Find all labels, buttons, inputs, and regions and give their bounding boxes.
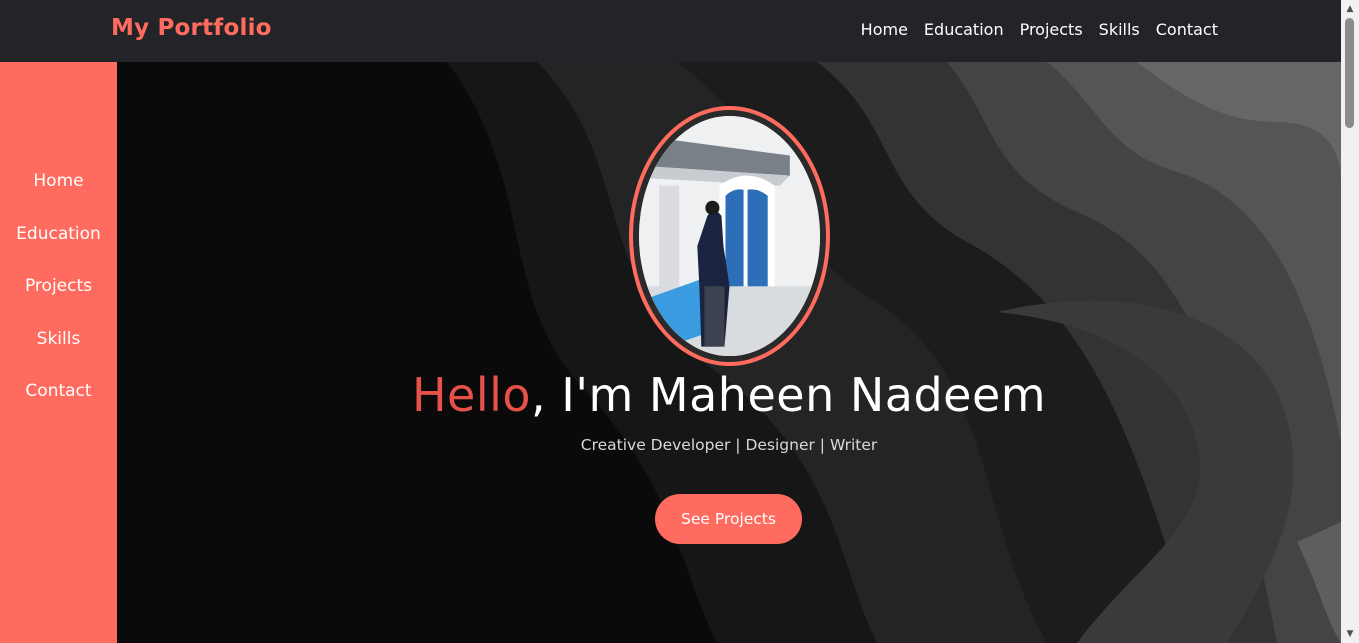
- hero-name: , I'm Maheen Nadeem: [531, 368, 1047, 422]
- sidebar: Home Education Projects Skills Contact: [0, 62, 117, 643]
- scroll-down-arrow-icon[interactable]: ▼: [1341, 627, 1359, 641]
- hero-headline: Hello, I'm Maheen Nadeem: [117, 368, 1341, 422]
- greeting-word: Hello: [411, 368, 532, 422]
- profile-photo: [639, 116, 820, 356]
- top-nav: Home Education Projects Skills Contact: [861, 20, 1218, 39]
- topnav-skills[interactable]: Skills: [1099, 20, 1140, 39]
- topnav-contact[interactable]: Contact: [1156, 20, 1218, 39]
- page-scrollbar[interactable]: ▲ ▼: [1341, 0, 1359, 643]
- side-nav: Home Education Projects Skills Contact: [0, 170, 117, 433]
- hero-tagline: Creative Developer | Designer | Writer: [580, 436, 878, 454]
- top-navbar: My Portfolio Home Education Projects Ski…: [0, 0, 1341, 62]
- brand-logo[interactable]: My Portfolio: [111, 15, 272, 41]
- sidebar-item-projects[interactable]: Projects: [0, 275, 117, 328]
- scroll-up-arrow-icon[interactable]: ▲: [1341, 2, 1359, 16]
- profile-photo-frame: [629, 106, 830, 366]
- topnav-education[interactable]: Education: [924, 20, 1004, 39]
- sidebar-item-contact[interactable]: Contact: [0, 380, 117, 433]
- scrollbar-thumb[interactable]: [1345, 18, 1354, 128]
- topnav-home[interactable]: Home: [861, 20, 908, 39]
- sidebar-item-education[interactable]: Education: [0, 223, 117, 276]
- topnav-projects[interactable]: Projects: [1020, 20, 1083, 39]
- sidebar-item-skills[interactable]: Skills: [0, 328, 117, 381]
- sidebar-item-home[interactable]: Home: [0, 170, 117, 223]
- see-projects-button[interactable]: See Projects: [655, 494, 802, 544]
- hero-section: Hello, I'm Maheen Nadeem Creative Develo…: [117, 62, 1341, 643]
